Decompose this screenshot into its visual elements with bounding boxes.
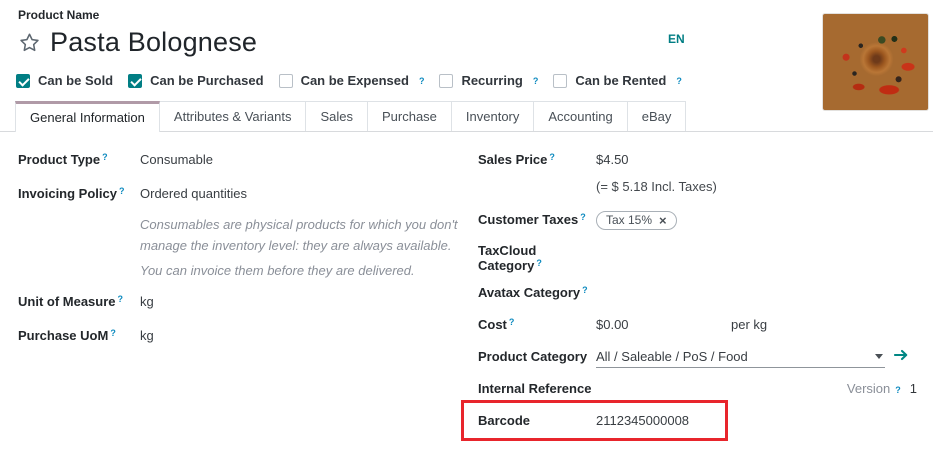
help-icon: ?	[110, 328, 116, 338]
help-icon: ?	[536, 258, 542, 268]
product-category-value[interactable]: All / Saleable / PoS / Food	[596, 349, 748, 364]
sales-price-value[interactable]: $4.50	[596, 152, 629, 167]
barcode-value[interactable]: 2112345000008	[596, 413, 689, 428]
tax-tag-chip[interactable]: Tax 15% ×	[596, 211, 677, 230]
checkbox-recurring[interactable]: Recurring?	[439, 73, 538, 88]
checkbox-label: Can be Purchased	[150, 73, 263, 88]
product-name-caption: Product Name	[18, 8, 933, 22]
checkbox-can-be-sold[interactable]: Can be Sold	[16, 73, 113, 88]
version-block: Version? 1	[847, 381, 917, 396]
page-title[interactable]: Pasta Bolognese	[50, 27, 257, 58]
internal-link-arrow-icon[interactable]	[894, 349, 909, 361]
tab-general-information[interactable]: General Information	[15, 101, 160, 132]
tax-tag-label: Tax 15%	[606, 213, 652, 227]
field-unit-of-measure: Unit of Measure? kg	[18, 294, 426, 314]
version-value[interactable]: 1	[910, 381, 917, 396]
field-label: Product Type?	[18, 152, 140, 167]
checkbox-label: Can be Expensed	[301, 73, 409, 88]
field-label: Internal Reference	[478, 381, 596, 396]
tab-inventory[interactable]: Inventory	[452, 101, 534, 131]
invoice-help-note: You can invoice them before they are del…	[140, 260, 458, 281]
product-image[interactable]	[822, 13, 929, 111]
checkbox-checked-icon[interactable]	[128, 74, 142, 88]
tab-accounting[interactable]: Accounting	[534, 101, 627, 131]
header: Product Name Pasta Bolognese EN	[0, 0, 933, 58]
field-label: Product Category	[478, 349, 596, 364]
help-icon: ?	[533, 76, 539, 86]
field-label: Avatax Category?	[478, 285, 596, 300]
tag-remove-icon[interactable]: ×	[659, 214, 667, 227]
field-label: Invoicing Policy?	[18, 186, 140, 201]
field-cost: Cost? $0.00 per kg	[478, 317, 917, 337]
chevron-down-icon[interactable]	[875, 354, 883, 359]
general-information-panel: Product Type? Consumable Invoicing Polic…	[0, 132, 933, 445]
help-icon: ?	[549, 152, 555, 162]
field-barcode: Barcode 2112345000008	[478, 413, 917, 433]
favorite-star-icon[interactable]	[18, 31, 41, 54]
tab-attributes-variants[interactable]: Attributes & Variants	[160, 101, 307, 131]
checkbox-can-be-purchased[interactable]: Can be Purchased	[128, 73, 263, 88]
help-icon: ?	[118, 294, 124, 304]
purchase-uom-value[interactable]: kg	[140, 328, 154, 343]
field-label: Customer Taxes?	[478, 212, 596, 227]
field-label: Sales Price?	[478, 152, 596, 167]
field-label: TaxCloud Category?	[478, 243, 596, 273]
consumable-help-note: Consumables are physical products for wh…	[140, 214, 458, 256]
notebook-tabbar: General Information Attributes & Variant…	[0, 101, 933, 132]
field-purchase-uom: Purchase UoM? kg	[18, 328, 426, 348]
cost-uom-suffix: per kg	[731, 317, 767, 332]
tab-purchase[interactable]: Purchase	[368, 101, 452, 131]
checkbox-label: Can be Rented	[575, 73, 666, 88]
checkbox-label: Recurring	[461, 73, 522, 88]
tab-ebay[interactable]: eBay	[628, 101, 687, 131]
invoicing-policy-value[interactable]: Ordered quantities	[140, 186, 247, 201]
form-right-column: Sales Price? $4.50 (= $ 5.18 Incl. Taxes…	[466, 152, 933, 445]
field-internal-reference: Internal Reference Version? 1	[478, 381, 917, 401]
field-product-category: Product Category All / Saleable / PoS / …	[478, 349, 917, 369]
checkbox-label: Can be Sold	[38, 73, 113, 88]
product-type-value[interactable]: Consumable	[140, 152, 213, 167]
field-avatax-category: Avatax Category?	[478, 285, 917, 305]
help-icon: ?	[509, 317, 515, 327]
help-icon: ?	[895, 385, 901, 395]
field-taxcloud-category: TaxCloud Category?	[478, 243, 917, 273]
checkbox-unchecked-icon[interactable]	[553, 74, 567, 88]
help-icon: ?	[102, 152, 108, 162]
field-label: Purchase UoM?	[18, 328, 140, 343]
tab-sales[interactable]: Sales	[306, 101, 368, 131]
field-product-type: Product Type? Consumable	[18, 152, 426, 172]
field-label: Unit of Measure?	[18, 294, 140, 309]
cost-value[interactable]: $0.00	[596, 317, 731, 332]
unit-of-measure-value[interactable]: kg	[140, 294, 154, 309]
checkbox-can-be-rented[interactable]: Can be Rented?	[553, 73, 682, 88]
field-sales-price: Sales Price? $4.50	[478, 152, 917, 172]
form-left-column: Product Type? Consumable Invoicing Polic…	[0, 152, 466, 445]
sales-price-incl-taxes-row: (= $ 5.18 Incl. Taxes)	[478, 179, 917, 199]
product-form-page: Product Name Pasta Bolognese EN Can be S…	[0, 0, 933, 466]
field-label: Cost?	[478, 317, 596, 332]
help-icon: ?	[580, 212, 586, 222]
price-incl-taxes: (= $ 5.18 Incl. Taxes)	[596, 179, 717, 194]
product-flags-row: Can be Sold Can be Purchased Can be Expe…	[16, 73, 933, 88]
checkbox-can-be-expensed[interactable]: Can be Expensed?	[279, 73, 425, 88]
field-customer-taxes: Customer Taxes? Tax 15% ×	[478, 211, 917, 231]
version-label: Version	[847, 381, 890, 396]
help-icon: ?	[676, 76, 682, 86]
help-icon: ?	[582, 285, 588, 295]
language-badge[interactable]: EN	[668, 32, 685, 46]
field-invoicing-policy: Invoicing Policy? Ordered quantities	[18, 186, 426, 206]
checkbox-unchecked-icon[interactable]	[279, 74, 293, 88]
help-icon: ?	[119, 186, 125, 196]
product-category-select[interactable]: All / Saleable / PoS / Food	[596, 349, 885, 368]
field-label: Barcode	[478, 413, 596, 428]
checkbox-checked-icon[interactable]	[16, 74, 30, 88]
help-icon: ?	[419, 76, 425, 86]
checkbox-unchecked-icon[interactable]	[439, 74, 453, 88]
